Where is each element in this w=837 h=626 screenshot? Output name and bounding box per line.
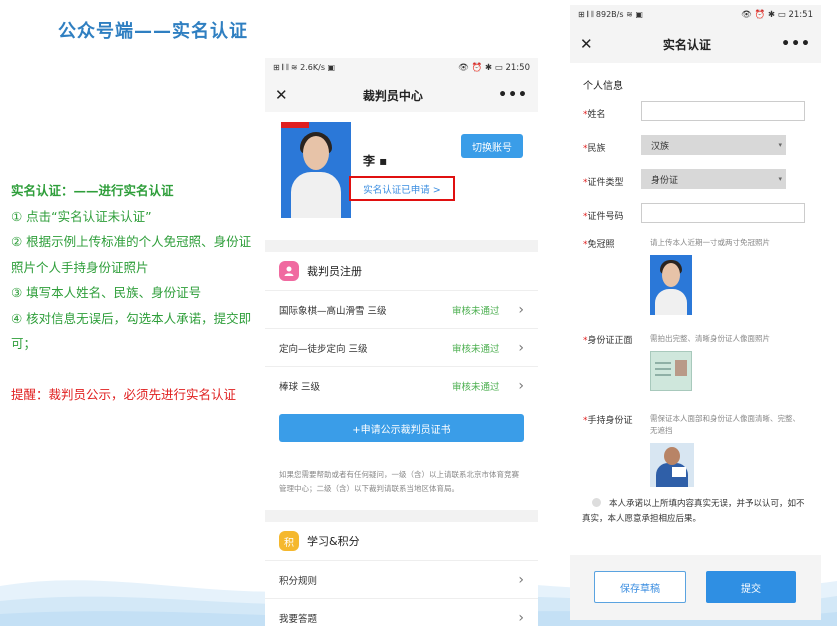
promise-statement: 本人承诺以上所填内容真实无误，并予以认可，如不真实，本人愿意承担相应后果。: [582, 497, 808, 527]
name-label: *姓名: [583, 110, 606, 120]
photo-label: *免冠照: [583, 240, 615, 250]
avatar: [281, 122, 351, 218]
ethnic-select[interactable]: 汉族 ▾: [641, 135, 786, 155]
idno-label: *证件号码: [583, 212, 624, 222]
status-bar: ⊞ 𝄃 𝄃 ≋ 2.6K/s ▣ 👁 ⏰ ✱ ▭ 21:50: [265, 58, 538, 78]
nav-title: 实名认证: [662, 37, 711, 52]
status-right: 👁 ⏰ ✱ ▭ 21:51: [741, 10, 813, 20]
row-label: 国际象棋—高山滑雪 三级: [279, 305, 387, 317]
idno-input[interactable]: [641, 203, 805, 223]
points-icon: 积: [279, 531, 299, 551]
status-bar: ⊞ 𝄃 𝄃 892B/s ≋ ▣ 👁 ⏰ ✱ ▭ 21:51: [570, 5, 821, 25]
close-icon[interactable]: ✕: [275, 86, 288, 104]
close-icon[interactable]: ✕: [580, 35, 593, 53]
user-icon: [279, 261, 299, 281]
promise-text: 本人承诺以上所填内容真实无误，并予以认可，如不真实，本人愿意承担相应后果。: [582, 499, 805, 524]
register-header: 裁判员注册: [265, 252, 538, 290]
note-step: ④ 核对信息无误后，勾选本人承诺，提交即可；: [11, 310, 252, 352]
form-section-title: 个人信息: [583, 81, 623, 92]
real-name-form: 个人信息 *姓名 *民族 汉族 ▾ *证件类型 身份证 ▾ *证件号码 *免冠照 请…: [570, 63, 821, 555]
chevron-right-icon: ›: [518, 377, 524, 394]
name-input[interactable]: [641, 101, 805, 121]
register-row[interactable]: 定向—徒步定向 三级 审核未通过 ›: [265, 328, 538, 366]
note-step: ① 点击“实名认证未认证”: [11, 208, 152, 224]
register-row[interactable]: 棒球 三级 审核未通过 ›: [265, 366, 538, 404]
slide: 公众号端——实名认证 实名认证：——进行实名认证 ① 点击“实名认证未认证” ②…: [0, 0, 837, 626]
save-draft-button[interactable]: 保存草稿: [594, 571, 686, 603]
row-label: 定向—徒步定向 三级: [279, 343, 368, 355]
study-section: 积 学习&积分 积分规则 › 我要答题 ›: [265, 522, 538, 626]
nav-bar: ✕ 裁判员中心 •••: [265, 78, 538, 112]
chevron-right-icon: ›: [518, 301, 524, 318]
real-name-form-screen: ⊞ 𝄃 𝄃 892B/s ≋ ▣ 👁 ⏰ ✱ ▭ 21:51 ✕ 实名认证 ••…: [570, 5, 821, 620]
more-icon[interactable]: •••: [781, 36, 811, 52]
status-badge: 审核未通过: [452, 305, 500, 317]
status-left: ⊞ 𝄃 𝄃 892B/s ≋ ▣: [578, 10, 643, 19]
status-left: ⊞ 𝄃 𝄃 ≋ 2.6K/s ▣: [273, 63, 336, 72]
chevron-right-icon: ›: [518, 339, 524, 356]
reminder-text: 提醒：裁判员公示，必须先进行实名认证: [11, 387, 237, 402]
idtype-label: *证件类型: [583, 178, 624, 188]
study-row[interactable]: 我要答题 ›: [265, 598, 538, 626]
photo-hint: 请上传本人近期一寸或两寸免冠照片: [650, 238, 770, 247]
study-row[interactable]: 积分规则 ›: [265, 560, 538, 598]
promise-radio[interactable]: [592, 498, 601, 507]
referee-center-screen: ⊞ 𝄃 𝄃 ≋ 2.6K/s ▣ 👁 ⏰ ✱ ▭ 21:50 ✕ 裁判员中心 •…: [265, 58, 538, 626]
status-badge: 审核未通过: [452, 381, 500, 393]
chevron-right-icon: ›: [518, 571, 524, 588]
status-badge: 审核未通过: [452, 343, 500, 355]
instruction-notes: 实名认证：——进行实名认证 ① 点击“实名认证未认证” ② 根据示例上传标准的个…: [11, 178, 256, 357]
id-front-upload[interactable]: [650, 351, 692, 391]
ethnic-label: *民族: [583, 144, 606, 154]
apply-certificate-button[interactable]: +申请公示裁判员证书: [279, 414, 524, 442]
row-label: 棒球 三级: [279, 381, 321, 393]
notes-heading: 实名认证：——进行实名认证: [11, 183, 174, 198]
slide-title: 公众号端——实名认证: [58, 21, 248, 42]
chevron-right-icon: ›: [518, 609, 524, 626]
switch-account-button[interactable]: 切换账号: [461, 134, 523, 158]
status-right: 👁 ⏰ ✱ ▭ 21:50: [458, 63, 530, 73]
hand-id-hint: 需保证本人面部和身份证人像面清晰、完整、无遮挡: [650, 414, 800, 435]
register-row[interactable]: 国际象棋—高山滑雪 三级 审核未通过 ›: [265, 290, 538, 328]
real-name-status-link[interactable]: 实名认证已申请 >: [349, 176, 455, 201]
id-front-hint: 需拍出完整、清晰身份证人像面照片: [650, 334, 770, 343]
study-title: 学习&积分: [307, 535, 360, 548]
note-step: ② 根据示例上传标准的个人免冠照、身份证照片个人手持身份证照片: [11, 234, 252, 275]
idtype-select[interactable]: 身份证 ▾: [641, 169, 786, 189]
hand-id-upload[interactable]: [650, 443, 694, 487]
more-icon[interactable]: •••: [498, 87, 528, 103]
register-title: 裁判员注册: [307, 265, 362, 278]
study-header: 积 学习&积分: [265, 522, 538, 560]
row-label: 我要答题: [279, 613, 318, 625]
dropdown-icon: ▾: [778, 141, 782, 149]
dropdown-icon: ▾: [778, 175, 782, 183]
register-section: 裁判员注册 国际象棋—高山滑雪 三级 审核未通过 › 定向—徒步定向 三级 审核…: [265, 252, 538, 510]
submit-button[interactable]: 提交: [706, 571, 796, 603]
note-step: ③ 填写本人姓名、民族、身份证号: [11, 285, 202, 300]
nav-bar: ✕ 实名认证 •••: [570, 25, 821, 63]
action-bar: 保存草稿 提交: [570, 557, 821, 620]
photo-upload[interactable]: [650, 255, 692, 315]
row-label: 积分规则: [279, 575, 318, 587]
id-front-label: *身份证正面: [583, 336, 633, 346]
hand-id-label: *手持身份证: [583, 416, 633, 426]
profile-name: 李 ▪: [363, 154, 388, 168]
help-text: 如果您需要帮助或者有任何疑问，一级（含）以上请联系北京市体育竞赛管理中心；二级（…: [265, 442, 538, 510]
nav-title: 裁判员中心: [362, 88, 423, 103]
